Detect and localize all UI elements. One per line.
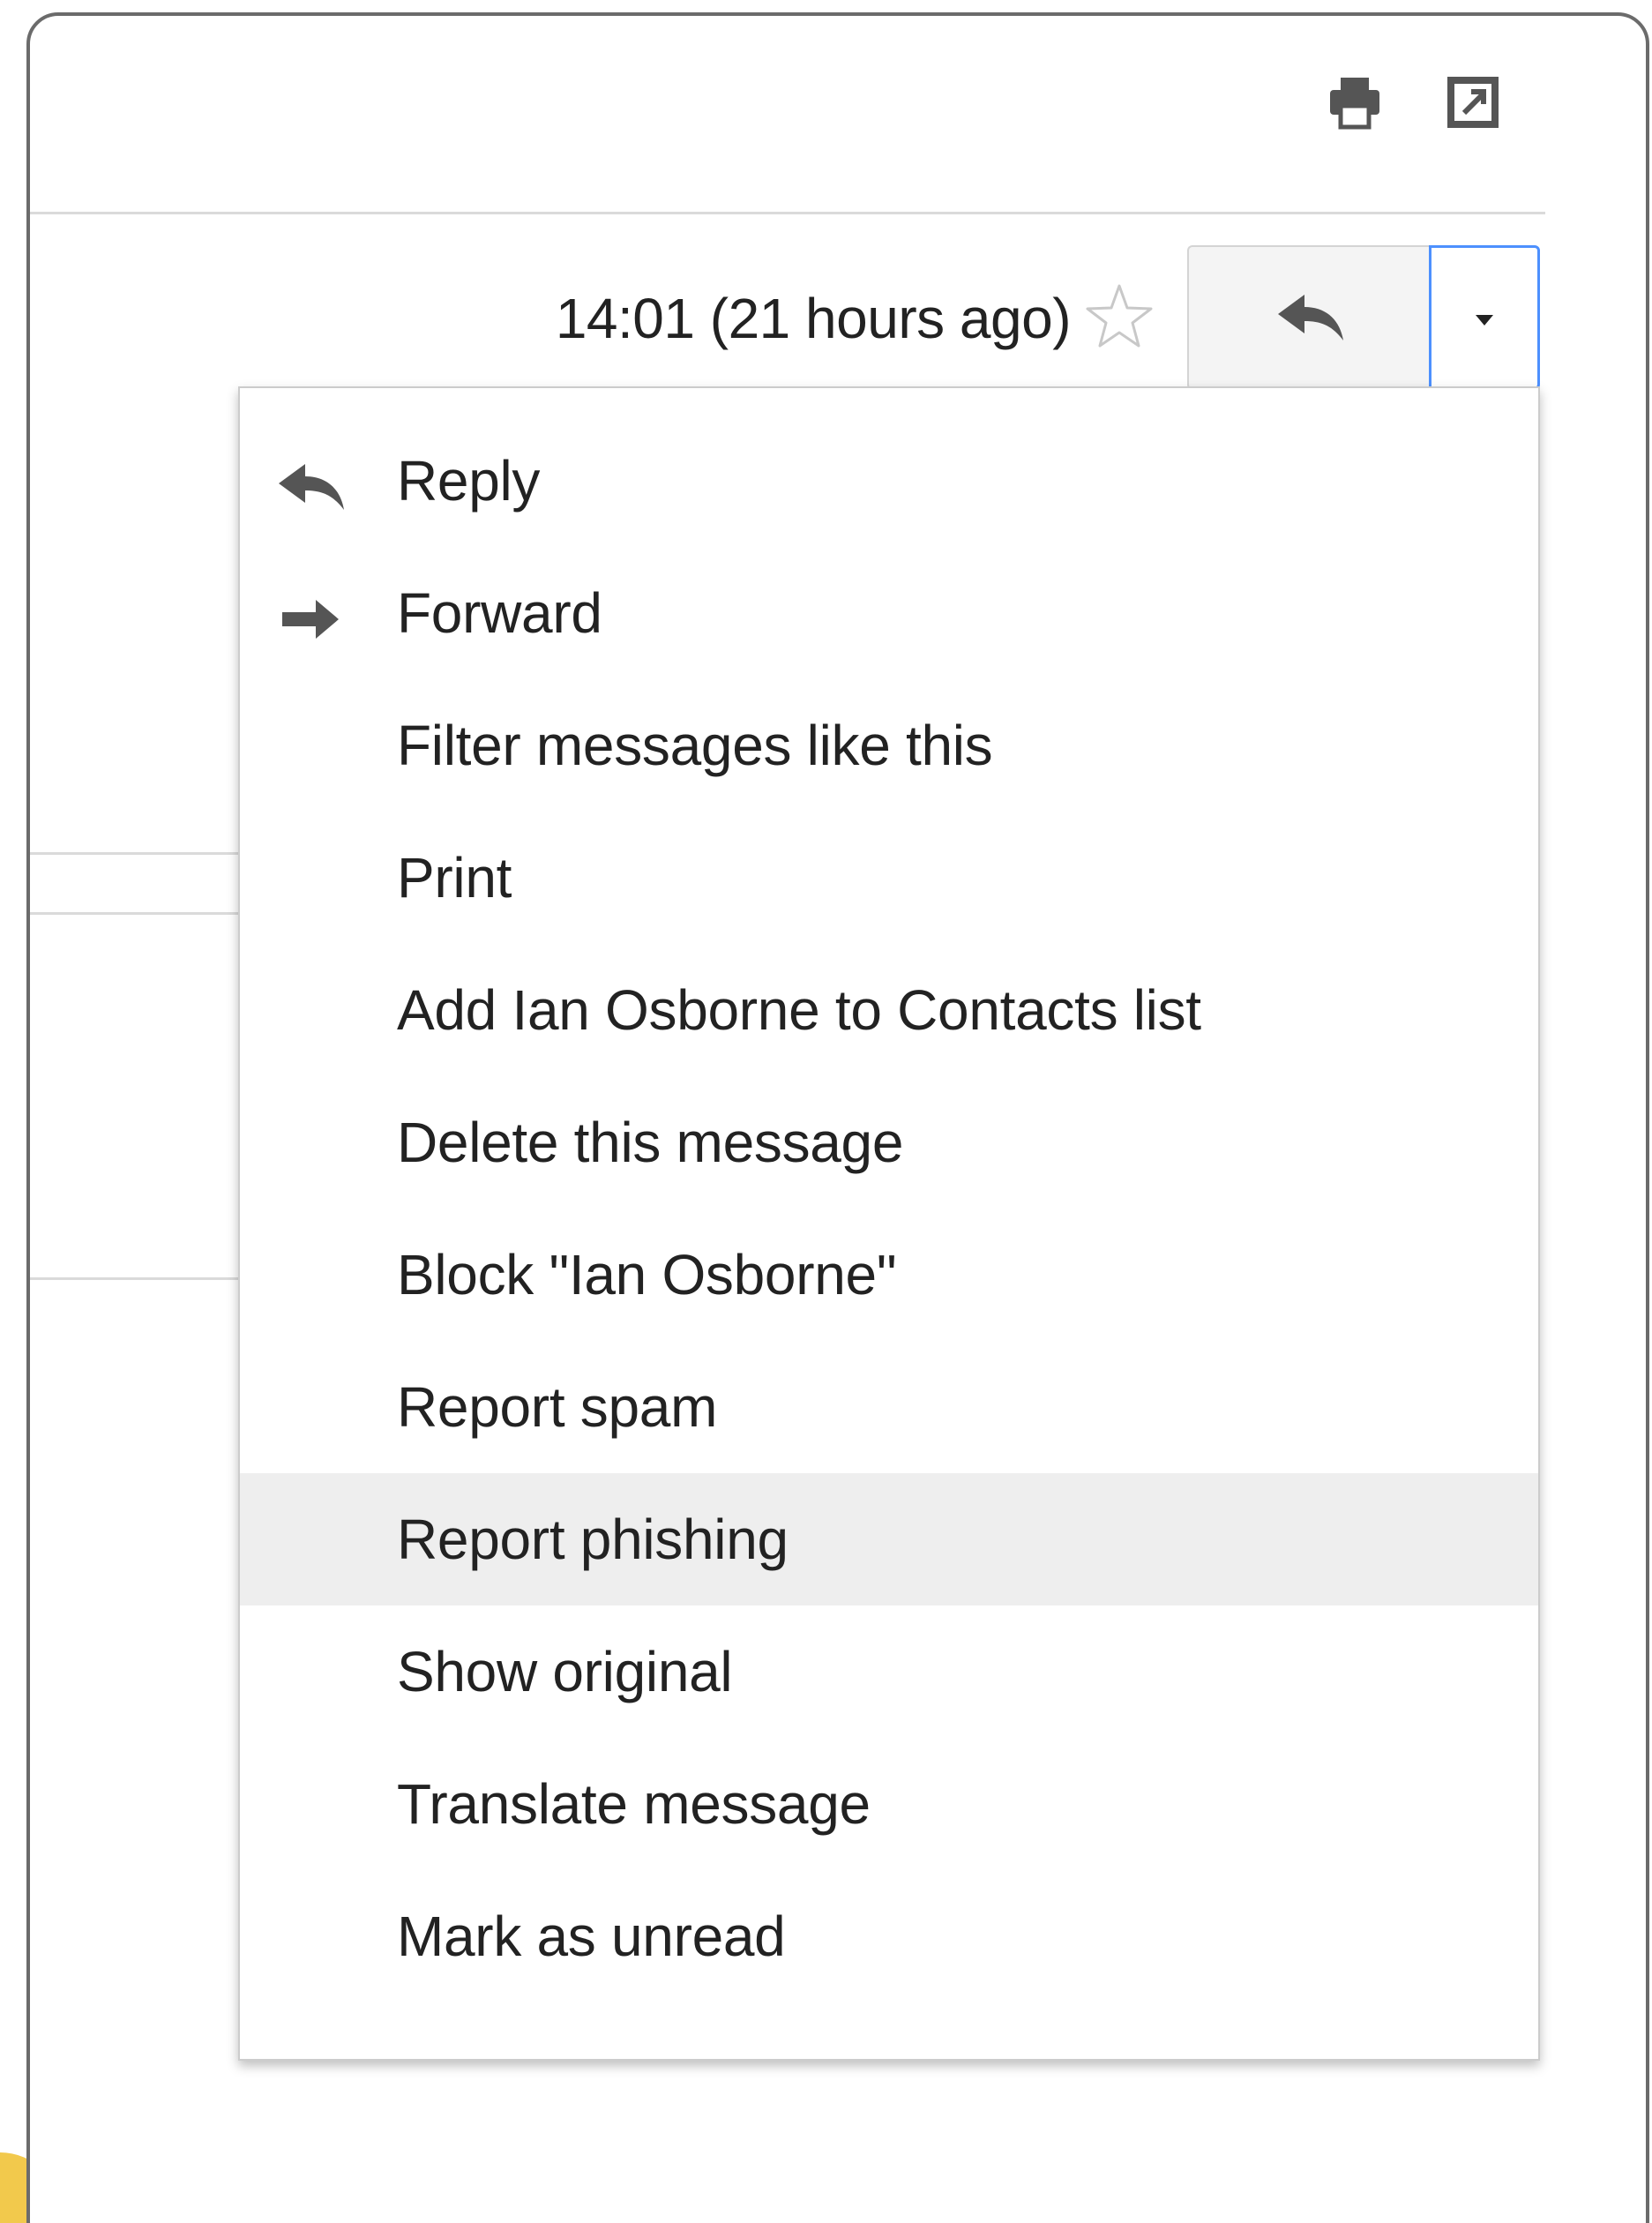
screenshot-canvas: 14:01 (21 hours ago) Reply Forward Filte… (0, 0, 1652, 2223)
content-divider (30, 1277, 242, 1280)
menu-item-label: Report spam (397, 1375, 718, 1439)
menu-item-label: Mark as unread (397, 1905, 786, 1968)
dropdown-caret-icon (1476, 315, 1493, 326)
print-icon[interactable] (1327, 74, 1383, 131)
star-outline-icon[interactable] (1083, 281, 1155, 353)
menu-item-label: Delete this message (397, 1111, 904, 1174)
menu-item-mark-unread[interactable]: Mark as unread (240, 1870, 1538, 2002)
content-divider (30, 912, 242, 915)
menu-item-translate-message[interactable]: Translate message (240, 1738, 1538, 1870)
menu-item-forward[interactable]: Forward (240, 547, 1538, 679)
menu-item-label: Reply (397, 449, 541, 513)
menu-item-add-to-contacts[interactable]: Add Ian Osborne to Contacts list (240, 944, 1538, 1076)
menu-item-filter-messages[interactable]: Filter messages like this (240, 679, 1538, 812)
menu-item-show-original[interactable]: Show original (240, 1606, 1538, 1738)
menu-item-print[interactable]: Print (240, 812, 1538, 944)
menu-item-label: Show original (397, 1640, 733, 1703)
menu-item-report-phishing[interactable]: Report phishing (240, 1473, 1538, 1606)
forward-arrow-icon (282, 600, 339, 639)
menu-item-label: Add Ian Osborne to Contacts list (397, 978, 1201, 1042)
reply-button[interactable] (1187, 245, 1429, 390)
header-divider (30, 212, 1545, 214)
reply-arrow-icon (279, 464, 344, 510)
menu-item-label: Forward (397, 581, 602, 645)
menu-item-label: Filter messages like this (397, 714, 993, 777)
message-timestamp: 14:01 (21 hours ago) (555, 287, 1072, 350)
menu-item-delete-message[interactable]: Delete this message (240, 1076, 1538, 1209)
menu-item-label: Block "Ian Osborne" (397, 1243, 897, 1306)
menu-item-block-sender[interactable]: Block "Ian Osborne" (240, 1209, 1538, 1341)
reply-arrow-icon (1278, 295, 1343, 341)
menu-item-label: Report phishing (397, 1508, 789, 1571)
popout-icon[interactable] (1445, 74, 1501, 131)
more-options-button[interactable] (1429, 245, 1540, 390)
menu-item-label: Print (397, 846, 512, 909)
message-panel: 14:01 (21 hours ago) Reply Forward Filte… (26, 12, 1649, 2223)
content-divider (30, 852, 242, 855)
menu-item-report-spam[interactable]: Report spam (240, 1341, 1538, 1473)
menu-item-reply[interactable]: Reply (240, 415, 1538, 547)
message-actions-menu: Reply Forward Filter messages like this … (238, 386, 1540, 2061)
menu-item-label: Translate message (397, 1772, 871, 1836)
